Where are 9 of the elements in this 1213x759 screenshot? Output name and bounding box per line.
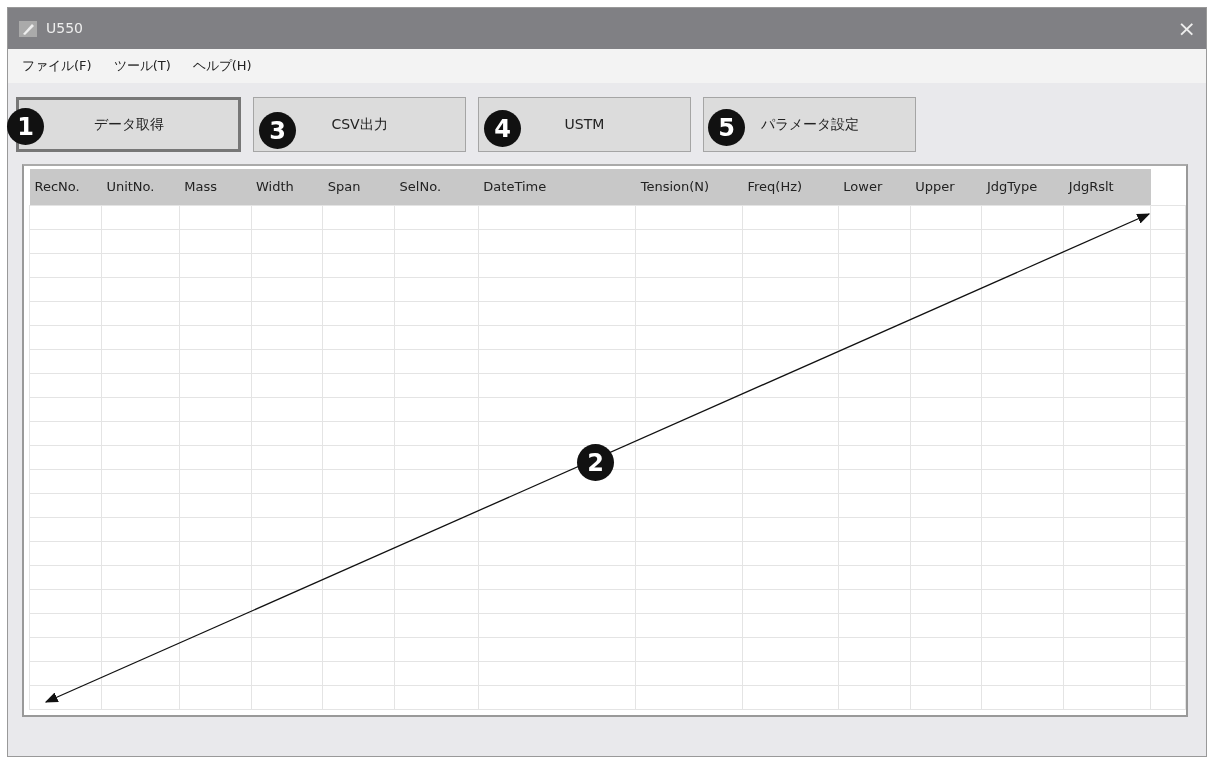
column-header[interactable]: Mass	[184, 179, 217, 194]
callout-number: 2	[577, 444, 614, 481]
menu-item[interactable]: ファイル(F)	[22, 56, 92, 76]
column-header[interactable]: Span	[327, 179, 361, 194]
menu-item[interactable]: ヘルプ(H)	[192, 56, 252, 76]
menu-item[interactable]: ツール(T)	[113, 56, 171, 76]
app-icon	[18, 19, 38, 38]
column-header[interactable]: DateTime	[483, 179, 547, 194]
window-title: U550	[46, 20, 83, 36]
